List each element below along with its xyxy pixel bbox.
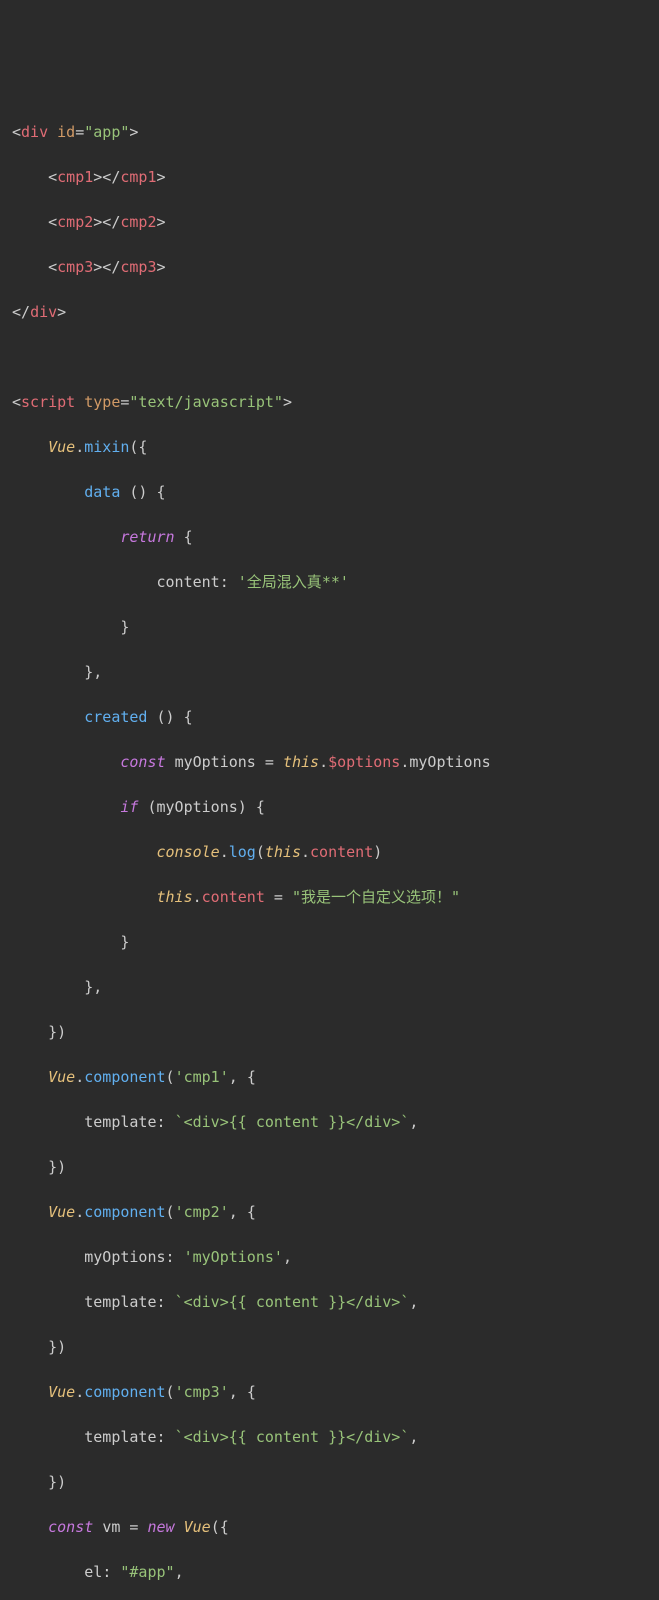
code-line: created () { [12,706,647,729]
code-line: Vue.component('cmp2', { [12,1201,647,1224]
code-block: <div id="app"> <cmp1></cmp1> <cmp2></cmp… [12,98,647,1600]
code-line: const myOptions = this.$options.myOption… [12,751,647,774]
code-line: return { [12,526,647,549]
code-line: const vm = new Vue({ [12,1516,647,1539]
code-line: }) [12,1471,647,1494]
code-line: }) [12,1336,647,1359]
code-line: }) [12,1156,647,1179]
code-line: Vue.mixin({ [12,436,647,459]
code-line: <script type="text/javascript"> [12,391,647,414]
code-line: el: "#app", [12,1561,647,1584]
code-line: data () { [12,481,647,504]
code-line: template: `<div>{{ content }}</div>`, [12,1291,647,1314]
code-line: this.content = "我是一个自定义选项！" [12,886,647,909]
code-line: Vue.component('cmp3', { [12,1381,647,1404]
code-line: }) [12,1021,647,1044]
code-line: console.log(this.content) [12,841,647,864]
code-line: if (myOptions) { [12,796,647,819]
code-line: <div id="app"> [12,121,647,144]
code-line: content: '全局混入真**' [12,571,647,594]
code-line: myOptions: 'myOptions', [12,1246,647,1269]
code-line [12,346,647,369]
code-line: </div> [12,301,647,324]
code-line: template: `<div>{{ content }}</div>`, [12,1111,647,1134]
code-line: <cmp2></cmp2> [12,211,647,234]
code-line: <cmp3></cmp3> [12,256,647,279]
code-line: Vue.component('cmp1', { [12,1066,647,1089]
code-line: }, [12,661,647,684]
code-line: }, [12,976,647,999]
code-line: } [12,931,647,954]
code-line: } [12,616,647,639]
code-line: <cmp1></cmp1> [12,166,647,189]
code-line: template: `<div>{{ content }}</div>`, [12,1426,647,1449]
